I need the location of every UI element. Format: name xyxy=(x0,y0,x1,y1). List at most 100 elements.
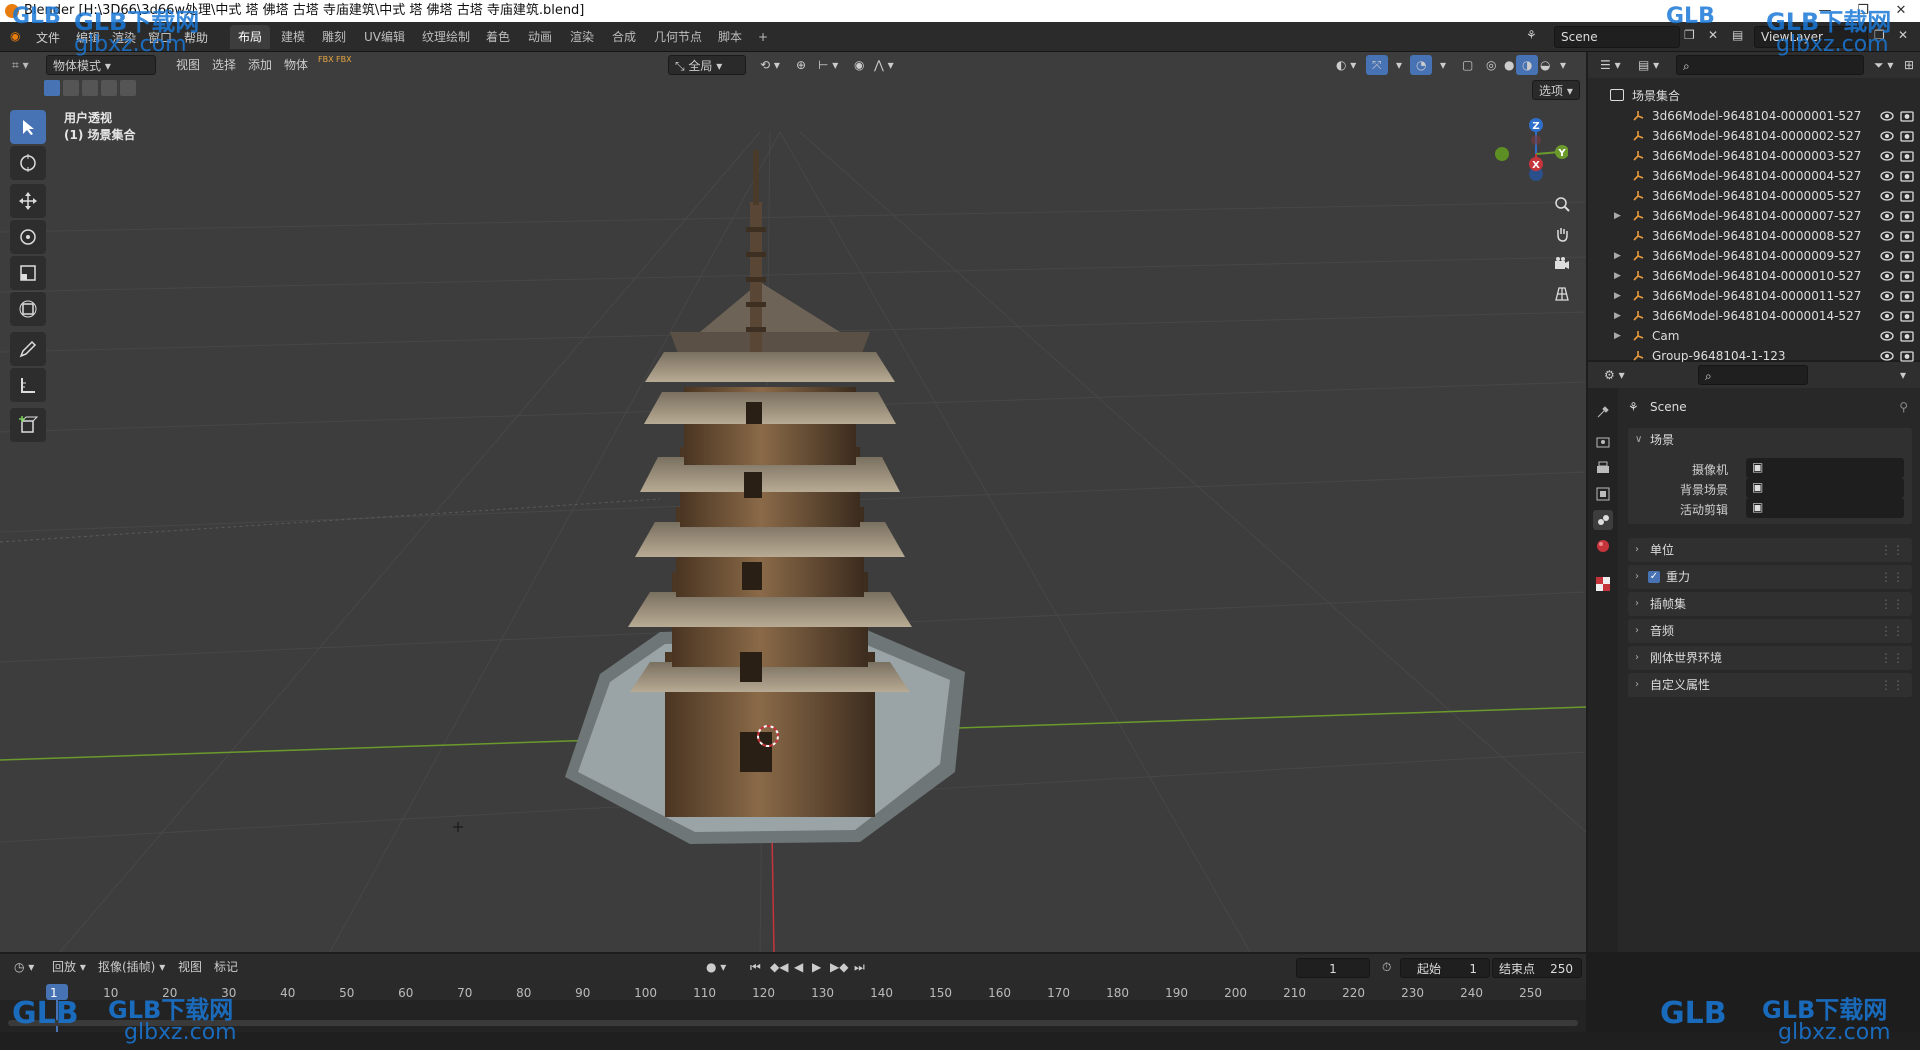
drag-handle-icon[interactable]: ⋮⋮ xyxy=(1880,619,1904,643)
tab-compositing[interactable]: 合成 xyxy=(604,25,644,49)
chevron-down-icon[interactable]: ∨ xyxy=(1635,428,1642,452)
expand-arrow-icon[interactable]: ▶ xyxy=(1614,206,1621,226)
eye-icon[interactable] xyxy=(1880,329,1894,343)
expand-arrow-icon[interactable]: ▶ xyxy=(1614,306,1621,326)
expand-arrow-icon[interactable]: ▶ xyxy=(1614,326,1621,346)
keying-menu[interactable]: 抠像(插帧) ▾ xyxy=(92,957,171,977)
render-camera-icon[interactable] xyxy=(1900,329,1914,343)
render-camera-icon[interactable] xyxy=(1900,209,1914,223)
render-camera-icon[interactable] xyxy=(1900,129,1914,143)
add-workspace-button[interactable]: + xyxy=(750,25,776,49)
select-extend-icon[interactable] xyxy=(63,80,79,96)
start-frame-field[interactable]: 起始 1 xyxy=(1400,958,1490,978)
current-frame-field[interactable]: 1 xyxy=(1296,958,1370,978)
eye-icon[interactable] xyxy=(1880,269,1894,283)
auto-keying-icon[interactable]: ● ▾ xyxy=(700,957,732,977)
pivot-point-icon[interactable]: ⟲ ▾ xyxy=(754,55,786,75)
texture-tab-icon[interactable] xyxy=(1593,574,1613,594)
tool-tab-icon[interactable] xyxy=(1593,402,1613,422)
world-tab-icon[interactable] xyxy=(1593,536,1613,556)
snap-icon[interactable]: ⊕ xyxy=(790,55,812,75)
select-intersect-icon[interactable] xyxy=(120,80,136,96)
tab-rendering[interactable]: 渲染 xyxy=(562,25,602,49)
properties-panel-header[interactable]: › 单位 ⋮⋮ xyxy=(1628,538,1912,562)
scene-tab-icon[interactable] xyxy=(1593,510,1613,530)
tab-geometry-nodes[interactable]: 几何节点 xyxy=(646,25,710,49)
transform-orientation-dropdown[interactable]: ⤡ 全局 ▾ xyxy=(668,55,746,75)
scene-icon[interactable]: ⚘ xyxy=(1526,28,1537,42)
viewport-menu-object[interactable]: 物体 xyxy=(278,55,314,75)
cursor-tool[interactable] xyxy=(10,146,46,180)
timeline-menu-view[interactable]: 视图 xyxy=(172,957,208,977)
eye-icon[interactable] xyxy=(1880,189,1894,203)
outliner-item[interactable]: ▶ 3d66Model-9648104-0000007-527 xyxy=(1588,206,1920,226)
timeline-menu-marker[interactable]: 标记 xyxy=(208,957,244,977)
camera-view-icon[interactable] xyxy=(1548,250,1576,278)
eye-icon[interactable] xyxy=(1880,289,1894,303)
tab-animation[interactable]: 动画 xyxy=(520,25,560,49)
eye-icon[interactable] xyxy=(1880,349,1894,363)
outliner-item[interactable]: ▶ 3d66Model-9648104-0000011-527 xyxy=(1588,286,1920,306)
3d-viewport[interactable]: ⌗ ▾ 物体模式 ▾ 视图 选择 添加 物体 FBX FBX ⤡ 全局 ▾ ⟲ … xyxy=(0,52,1586,952)
outliner-editor-icon[interactable]: ☰ ▾ xyxy=(1594,55,1627,75)
snap-target-icon[interactable]: ⊢ ▾ xyxy=(812,55,844,75)
property-field[interactable]: ▣ xyxy=(1746,458,1904,478)
render-camera-icon[interactable] xyxy=(1900,149,1914,163)
render-camera-icon[interactable] xyxy=(1900,249,1914,263)
eye-icon[interactable] xyxy=(1880,209,1894,223)
navigation-gizmo[interactable]: Z Y X xyxy=(1488,114,1568,194)
outliner-item[interactable]: ▶ 3d66Model-9648104-0000009-527 xyxy=(1588,246,1920,266)
select-box-tool[interactable] xyxy=(10,110,46,144)
checkbox[interactable]: ✓ xyxy=(1648,571,1660,583)
render-tab-icon[interactable] xyxy=(1593,432,1613,452)
properties-panel-header[interactable]: › 插帧集 ⋮⋮ xyxy=(1628,592,1912,616)
tab-sculpting[interactable]: 雕刻 xyxy=(314,25,354,49)
properties-editor-icon[interactable]: ⚙ ▾ xyxy=(1598,365,1631,385)
perspective-grid-icon[interactable] xyxy=(1548,280,1576,308)
drag-handle-icon[interactable]: ⋮⋮ xyxy=(1880,673,1904,697)
playback-menu[interactable]: 回放 ▾ xyxy=(46,957,92,977)
outliner-item[interactable]: 3d66Model-9648104-0000008-527 xyxy=(1588,226,1920,246)
outliner-item[interactable]: 3d66Model-9648104-0000001-527 xyxy=(1588,106,1920,126)
properties-panel-header[interactable]: › 音频 ⋮⋮ xyxy=(1628,619,1912,643)
render-camera-icon[interactable] xyxy=(1900,229,1914,243)
annotate-tool[interactable] xyxy=(10,332,46,366)
shading-dropdown-icon[interactable]: ▾ xyxy=(1554,55,1572,75)
render-camera-icon[interactable] xyxy=(1900,109,1914,123)
stopwatch-icon[interactable]: ⏱ xyxy=(1376,957,1397,977)
render-camera-icon[interactable] xyxy=(1900,309,1914,323)
tab-scripting[interactable]: 脚本 xyxy=(710,25,750,49)
eye-icon[interactable] xyxy=(1880,249,1894,263)
outliner-item[interactable]: 3d66Model-9648104-0000002-527 xyxy=(1588,126,1920,146)
add-cube-tool[interactable] xyxy=(10,408,46,442)
drag-handle-icon[interactable]: ⋮⋮ xyxy=(1880,565,1904,589)
outliner-item[interactable]: ▶ 3d66Model-9648104-0000014-527 xyxy=(1588,306,1920,326)
gizmo-dropdown-icon[interactable]: ▾ xyxy=(1390,55,1408,75)
properties-panel-header[interactable]: › 自定义属性 ⋮⋮ xyxy=(1628,673,1912,697)
drag-handle-icon[interactable]: ⋮⋮ xyxy=(1880,592,1904,616)
timeline-editor-icon[interactable]: ◷ ▾ xyxy=(8,957,40,977)
expand-arrow-icon[interactable]: ▶ xyxy=(1614,266,1621,286)
gizmo-toggle-icon[interactable]: ⤧ xyxy=(1366,55,1388,75)
outliner-item[interactable]: 3d66Model-9648104-0000005-527 xyxy=(1588,186,1920,206)
jump-end-icon[interactable]: ⏭ xyxy=(848,957,871,977)
tab-texture-paint[interactable]: 纹理绘制 xyxy=(414,25,478,49)
tab-uv-editing[interactable]: UV编辑 xyxy=(356,25,413,49)
fbx-export-icon[interactable]: FBX xyxy=(330,55,358,75)
eye-icon[interactable] xyxy=(1880,229,1894,243)
select-new-icon[interactable] xyxy=(44,80,60,96)
options-dropdown[interactable]: 选项 ▾ xyxy=(1532,80,1580,100)
scale-tool[interactable] xyxy=(10,256,46,290)
property-field[interactable]: ▣ xyxy=(1746,478,1904,498)
tab-shading[interactable]: 着色 xyxy=(478,25,518,49)
eye-icon[interactable] xyxy=(1880,169,1894,183)
expand-arrow-icon[interactable]: ▶ xyxy=(1614,286,1621,306)
render-camera-icon[interactable] xyxy=(1900,269,1914,283)
xray-icon[interactable]: ▢ xyxy=(1456,55,1479,75)
properties-search-input[interactable]: ⌕ xyxy=(1698,365,1808,385)
properties-options-icon[interactable]: ▾ xyxy=(1894,365,1912,385)
render-camera-icon[interactable] xyxy=(1900,289,1914,303)
rotate-tool[interactable] xyxy=(10,220,46,254)
properties-panel-header[interactable]: › ✓ 重力 ⋮⋮ xyxy=(1628,565,1912,589)
property-field[interactable]: ▣ xyxy=(1746,498,1904,518)
